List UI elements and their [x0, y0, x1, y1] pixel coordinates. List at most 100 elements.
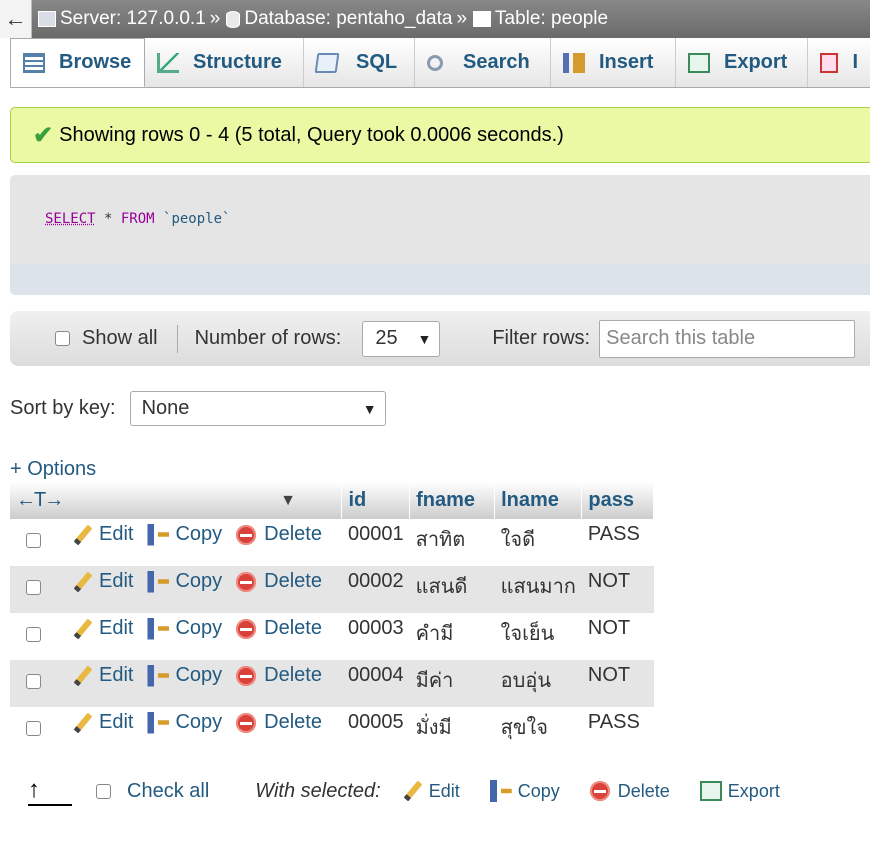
check-all-checkbox[interactable]: [96, 783, 111, 799]
row-checkbox[interactable]: [26, 721, 41, 736]
import-icon: [820, 52, 839, 73]
structure-icon: [157, 52, 179, 73]
cell-id[interactable]: 00005: [341, 707, 410, 754]
success-message: ✔ Showing rows 0 - 4 (5 total, Query too…: [10, 107, 870, 163]
delete-link[interactable]: Delete: [236, 664, 322, 687]
copy-link[interactable]: Copy: [147, 570, 222, 593]
breadcrumb-server-label: Server: 127.0.0.1: [60, 8, 206, 29]
tab-insert[interactable]: Insert: [551, 38, 676, 87]
number-of-rows-value: 25: [375, 327, 398, 349]
edit-link[interactable]: Edit: [71, 570, 133, 593]
tab-browse[interactable]: Browse: [10, 38, 145, 87]
breadcrumb-database[interactable]: Database: pentaho_data: [226, 8, 452, 30]
arrow-up-icon: ↑: [28, 776, 72, 806]
sort-by-key-select[interactable]: None ▼: [129, 391, 386, 426]
show-all-checkbox[interactable]: [55, 331, 70, 346]
bulk-delete-button[interactable]: Delete: [589, 780, 670, 802]
delete-label: Delete: [264, 664, 322, 686]
cell-lname[interactable]: ใจเย็น: [494, 613, 582, 660]
delete-link[interactable]: Delete: [236, 570, 322, 593]
cell-id[interactable]: 00004: [341, 660, 410, 707]
pencil-icon: [71, 665, 93, 687]
cell-pass[interactable]: NOT: [581, 566, 654, 613]
filter-rows-input[interactable]: Search this table: [599, 319, 856, 358]
cell-lname[interactable]: อบอุ่น: [494, 660, 582, 707]
cell-id[interactable]: 00002: [341, 566, 410, 613]
tab-export[interactable]: Export: [676, 38, 808, 87]
copy-link[interactable]: Copy: [147, 711, 222, 734]
delete-link[interactable]: Delete: [236, 617, 322, 640]
bulk-delete-label: Delete: [617, 780, 670, 801]
table-row: Edit Copy Delete 00001 สาทิต ใจดี PASS: [10, 519, 654, 566]
column-header-fname[interactable]: fname: [409, 482, 496, 519]
copy-link[interactable]: Copy: [147, 523, 222, 546]
cell-pass[interactable]: PASS: [581, 519, 654, 566]
copy-label: Copy: [175, 664, 223, 686]
bulk-copy-button[interactable]: Copy: [489, 780, 560, 802]
number-of-rows-select[interactable]: 25 ▼: [362, 320, 441, 357]
cell-lname[interactable]: สุขใจ: [494, 707, 582, 754]
table-row: Edit Copy Delete 00005 มั่งมี สุขใจ PASS: [10, 707, 654, 754]
copy-link[interactable]: Copy: [147, 664, 222, 687]
table-header-row: ←T→ ▼ id fname lname pass: [10, 482, 655, 519]
tab-search[interactable]: Search: [415, 38, 551, 87]
filter-rows-label: Filter rows:: [492, 327, 591, 349]
database-icon: [226, 10, 241, 28]
tab-label: Structure: [193, 51, 282, 73]
show-all-label[interactable]: Show all: [82, 327, 158, 350]
column-header-id[interactable]: id: [341, 482, 411, 519]
tab-label: Search: [463, 51, 530, 73]
pencil-icon: [71, 524, 93, 546]
edit-link[interactable]: Edit: [71, 617, 133, 640]
back-button[interactable]: ←: [0, 0, 32, 38]
success-message-text: Showing rows 0 - 4 (5 total, Query took …: [59, 123, 564, 146]
sql-keyword-select[interactable]: SELECT: [45, 211, 96, 227]
cell-lname[interactable]: แสนมาก: [494, 566, 582, 613]
row-actions: Edit Copy Delete: [10, 613, 342, 660]
tab-import[interactable]: I: [808, 38, 870, 87]
column-resize-icon[interactable]: ←T→: [16, 489, 64, 512]
delete-icon: [236, 712, 257, 733]
cell-fname[interactable]: มีค่า: [409, 660, 495, 707]
sort-arrow-down-icon[interactable]: ▼: [280, 492, 296, 510]
edit-link[interactable]: Edit: [71, 664, 133, 687]
tab-structure[interactable]: Structure: [145, 38, 304, 87]
column-header-pass[interactable]: pass: [581, 482, 655, 519]
cell-pass[interactable]: PASS: [581, 707, 654, 754]
breadcrumb-database-label: Database: pentaho_data: [244, 8, 453, 29]
cell-id[interactable]: 00003: [341, 613, 410, 660]
cell-lname[interactable]: ใจดี: [494, 519, 582, 566]
column-header-lname[interactable]: lname: [494, 482, 583, 519]
check-all-label[interactable]: Check all: [127, 780, 209, 803]
row-checkbox[interactable]: [26, 533, 41, 548]
cell-pass[interactable]: NOT: [581, 660, 654, 707]
cell-fname[interactable]: มั่งมี: [409, 707, 495, 754]
results-table: ←T→ ▼ id fname lname pass Edit Copy Dele…: [10, 482, 655, 754]
sql-table-name: `people`: [154, 211, 231, 227]
row-checkbox[interactable]: [26, 627, 41, 642]
tab-sql[interactable]: SQL: [304, 38, 415, 87]
bulk-edit-button[interactable]: Edit: [401, 780, 460, 802]
cell-fname[interactable]: สาทิต: [409, 519, 495, 566]
cell-id[interactable]: 00001: [341, 519, 410, 566]
delete-link[interactable]: Delete: [236, 523, 322, 546]
row-checkbox[interactable]: [26, 580, 41, 595]
sql-query[interactable]: SELECT * FROM `people`: [45, 211, 230, 227]
delete-link[interactable]: Delete: [236, 711, 322, 734]
edit-link[interactable]: Edit: [71, 711, 133, 734]
edit-link[interactable]: Edit: [71, 523, 133, 546]
sql-star: *: [95, 211, 121, 227]
cell-fname[interactable]: แสนดี: [409, 566, 495, 613]
pencil-icon: [71, 571, 93, 593]
tab-label: Insert: [599, 51, 654, 73]
breadcrumb-server[interactable]: Server: 127.0.0.1: [38, 8, 206, 30]
bulk-export-button[interactable]: Export: [699, 781, 780, 802]
copy-link[interactable]: Copy: [147, 617, 222, 640]
delete-icon: [236, 524, 257, 545]
cell-fname[interactable]: คำมี: [409, 613, 495, 660]
breadcrumb-table[interactable]: Table: people: [473, 8, 608, 30]
cell-pass[interactable]: NOT: [581, 613, 654, 660]
options-link[interactable]: + Options: [10, 458, 96, 481]
pencil-icon: [71, 618, 93, 640]
row-checkbox[interactable]: [26, 674, 41, 689]
